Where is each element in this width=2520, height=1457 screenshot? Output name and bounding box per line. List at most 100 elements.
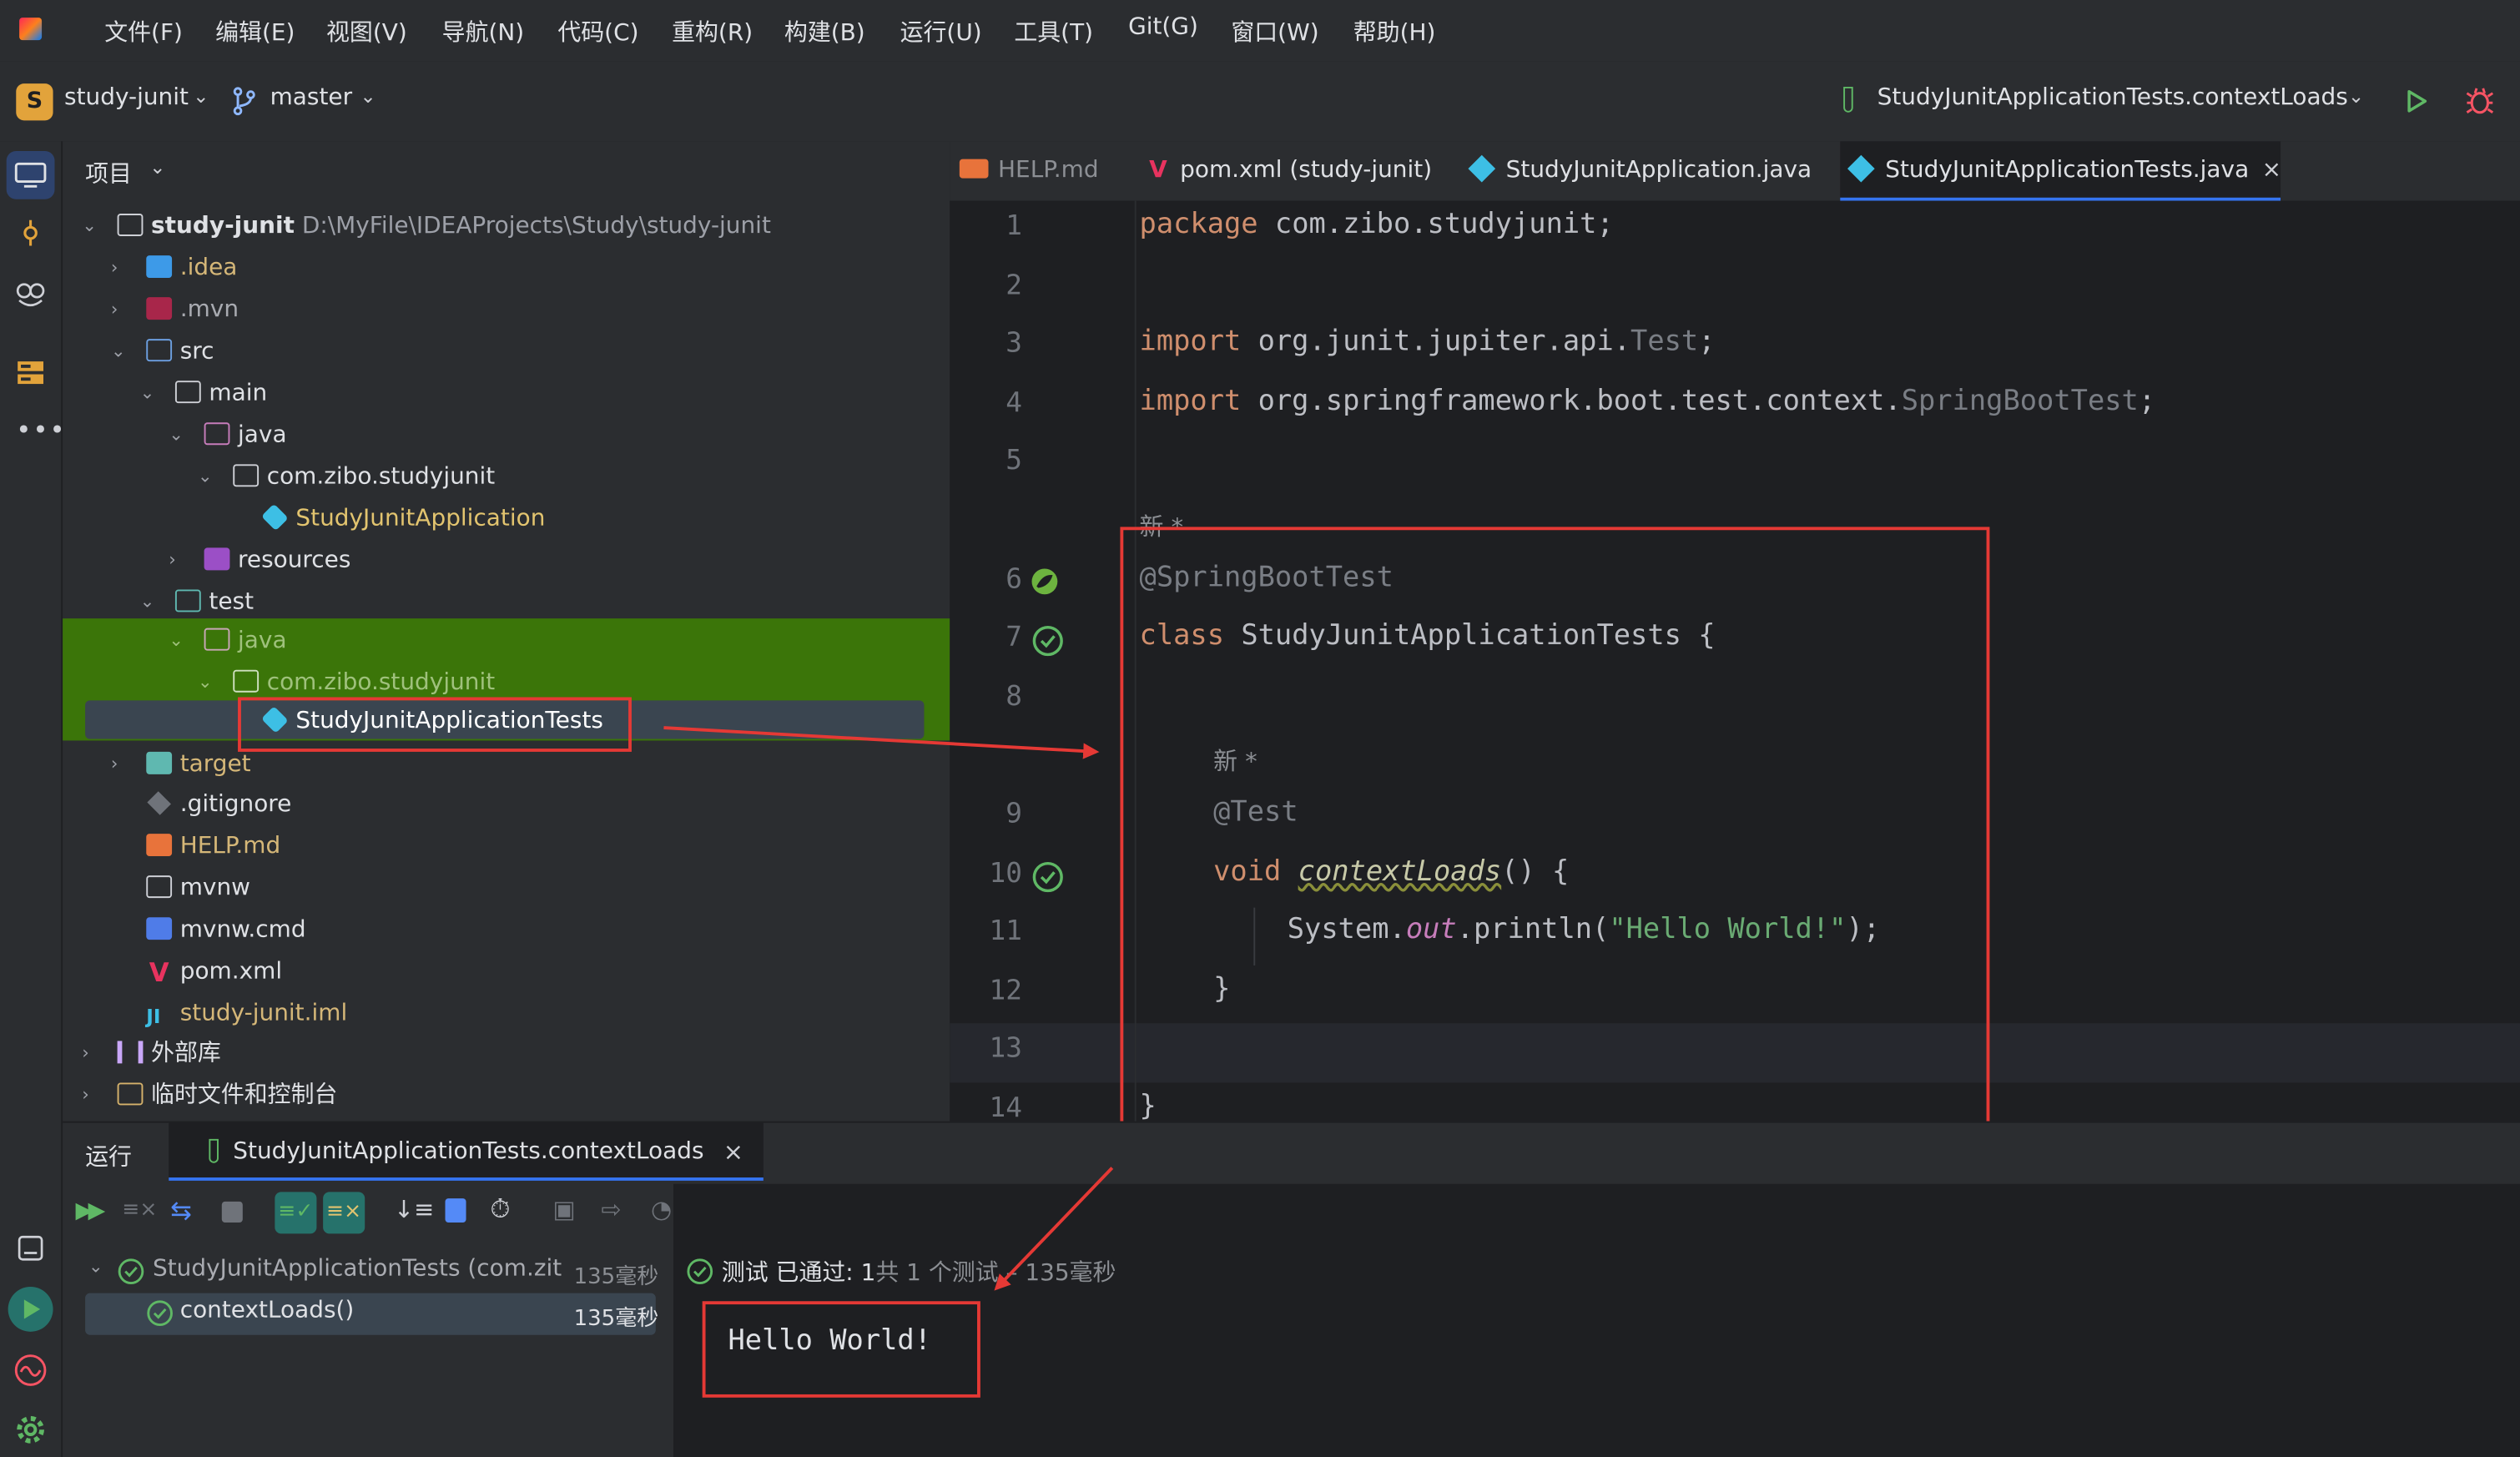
chevron-down-icon[interactable]: ⌄: [88, 1256, 103, 1277]
test-passed-icon: [687, 1258, 713, 1284]
structure-icon[interactable]: [16, 358, 45, 387]
chevron-right-icon[interactable]: ›: [111, 744, 130, 785]
export-icon[interactable]: ⇨: [601, 1195, 621, 1224]
tree-node-mvnw-cmd[interactable]: mvnw.cmd: [146, 910, 306, 951]
menu-refactor[interactable]: 重构(R): [672, 14, 753, 48]
editor-tabs: HELP.md Vpom.xml (study-junit) StudyJuni…: [950, 141, 2520, 203]
rerun-icon[interactable]: ▶▶: [76, 1198, 106, 1224]
chevron-right-icon[interactable]: ›: [82, 1033, 101, 1075]
show-passed-toggle[interactable]: ≡✓: [275, 1192, 317, 1234]
tab-tests-java[interactable]: StudyJunitApplicationTests.java ×: [1847, 141, 2281, 200]
menu-edit[interactable]: 编辑(E): [215, 14, 295, 48]
run-tool-icon[interactable]: [21, 1298, 43, 1320]
chevron-right-icon[interactable]: ›: [111, 290, 130, 331]
app-logo-icon[interactable]: [19, 18, 43, 41]
tree-label: src: [179, 339, 214, 365]
chevron-down-icon: ⌄: [360, 85, 376, 108]
folder-target-icon: [146, 751, 173, 774]
chevron-down-icon[interactable]: ⌄: [149, 156, 165, 179]
profiler-icon[interactable]: [13, 1353, 48, 1388]
branch-widget[interactable]: master ⌄: [231, 82, 386, 124]
run-test-method-gutter-icon[interactable]: [1032, 861, 1065, 894]
more-icon[interactable]: •••: [16, 415, 66, 446]
spring-bean-gutter-icon[interactable]: [1031, 567, 1060, 597]
project-widget[interactable]: S study-junit ⌄: [13, 82, 219, 124]
close-icon[interactable]: ×: [2262, 158, 2281, 184]
chevron-down-icon[interactable]: ⌄: [111, 331, 130, 373]
menu-tools[interactable]: 工具(T): [1014, 14, 1093, 48]
chevron-down-icon[interactable]: ⌄: [169, 415, 188, 456]
menu-run[interactable]: 运行(U): [900, 14, 982, 48]
menu-navigate[interactable]: 导航(N): [442, 14, 525, 48]
chevron-down-icon[interactable]: ⌄: [198, 662, 217, 703]
tree-label: mvnw.cmd: [179, 917, 306, 943]
folder-test-icon: [174, 589, 201, 613]
run-config-name: StudyJunitApplicationTests.contextLoads: [1877, 85, 2348, 111]
chevron-down-icon[interactable]: ⌄: [140, 373, 159, 415]
tree-node-gitignore[interactable]: .gitignore: [146, 784, 291, 825]
tree-label: pom.xml: [179, 959, 283, 986]
camera-icon[interactable]: ▣: [553, 1195, 576, 1224]
show-ignored-toggle[interactable]: ≡×: [323, 1192, 365, 1234]
coverage-icon[interactable]: ◔: [651, 1195, 672, 1224]
rerun-failed-icon[interactable]: ≡×: [122, 1198, 157, 1223]
toggle-auto-test-icon[interactable]: ⇆: [170, 1195, 192, 1226]
project-view-icon[interactable]: [14, 161, 47, 190]
close-icon[interactable]: ×: [723, 1137, 743, 1167]
copilot-icon[interactable]: [13, 278, 48, 310]
tab-help-md[interactable]: HELP.md: [959, 141, 1099, 200]
run-test-class-gutter-icon[interactable]: [1032, 625, 1065, 658]
line-number: 3: [1005, 327, 1022, 360]
run-panel-title[interactable]: 运行: [85, 1139, 132, 1172]
tree-node-mvnw[interactable]: mvnw: [146, 868, 250, 910]
menu-git[interactable]: Git(G): [1128, 14, 1198, 40]
code-editor[interactable]: 1 2 3 4 5 6 7 8 9 10 11 12 13 14 package…: [950, 200, 2520, 1122]
menu-help[interactable]: 帮助(H): [1353, 14, 1436, 48]
settings-gear-icon[interactable]: [14, 1414, 47, 1446]
line-number: 10: [989, 857, 1022, 890]
line-number: 13: [989, 1032, 1022, 1066]
stop-icon[interactable]: [221, 1201, 243, 1223]
panel-title[interactable]: 项目: [85, 156, 132, 189]
history-icon[interactable]: ⏱: [490, 1193, 510, 1226]
tree-node-help[interactable]: HELP.md: [146, 825, 280, 867]
run-config-selector[interactable]: StudyJunitApplicationTests.contextLoads …: [1840, 82, 2371, 124]
chevron-down-icon[interactable]: ⌄: [140, 582, 159, 623]
menu-window[interactable]: 窗口(W): [1231, 14, 1318, 48]
chevron-down-icon[interactable]: ⌄: [198, 456, 217, 498]
sort-icon[interactable]: ↓≡: [394, 1195, 434, 1224]
test-tree-suite[interactable]: ⌄ StudyJunitApplicationTests (com.zit 13…: [85, 1252, 663, 1293]
tab-label: HELP.md: [998, 157, 1099, 184]
folder-excluded-icon: [146, 297, 173, 320]
maven-icon: V: [1149, 157, 1167, 184]
chevron-down-icon[interactable]: ⌄: [169, 620, 188, 662]
import-tests-icon[interactable]: [445, 1198, 466, 1223]
test-tube-icon: [1843, 86, 1853, 113]
test-tree-method[interactable]: contextLoads() 135毫秒: [85, 1293, 658, 1335]
chevron-right-icon[interactable]: ›: [82, 1075, 101, 1117]
menu-view[interactable]: 视图(V): [326, 14, 407, 48]
commit-icon[interactable]: [16, 219, 45, 248]
terminal-icon[interactable]: [16, 1233, 45, 1263]
run-icon[interactable]: [2406, 88, 2428, 114]
tab-pom-xml[interactable]: Vpom.xml (study-junit): [1149, 141, 1432, 200]
markdown-icon: [959, 159, 989, 179]
run-config-tab[interactable]: StudyJunitApplicationTests.contextLoads …: [169, 1122, 764, 1181]
tree-node-iml[interactable]: JI study-junit.iml: [146, 993, 347, 1035]
chevron-right-icon[interactable]: ›: [169, 540, 188, 582]
tab-application-java[interactable]: StudyJunitApplication.java: [1468, 141, 1812, 200]
debug-icon[interactable]: [2466, 87, 2495, 116]
chevron-right-icon[interactable]: ›: [111, 247, 130, 289]
menu-code[interactable]: 代码(C): [557, 14, 638, 48]
run-config-tab-label: StudyJunitApplicationTests.contextLoads: [233, 1138, 704, 1165]
menu-file[interactable]: 文件(F): [104, 14, 183, 48]
chevron-down-icon[interactable]: ⌄: [82, 205, 101, 247]
library-icon: [117, 1041, 144, 1064]
tree-label: 临时文件和控制台: [151, 1082, 338, 1109]
menu-build[interactable]: 构建(B): [784, 14, 865, 48]
folder-resources-icon: [204, 547, 230, 571]
code-line-3: import org.junit.jupiter.api.Test;: [1139, 325, 1716, 359]
main-toolbar: S study-junit ⌄ master ⌄ StudyJunitAppli…: [0, 61, 2520, 144]
code-line-1: package com.zibo.studyjunit;: [1139, 209, 1614, 241]
tree-node-pom[interactable]: Vpom.xml: [146, 951, 282, 993]
